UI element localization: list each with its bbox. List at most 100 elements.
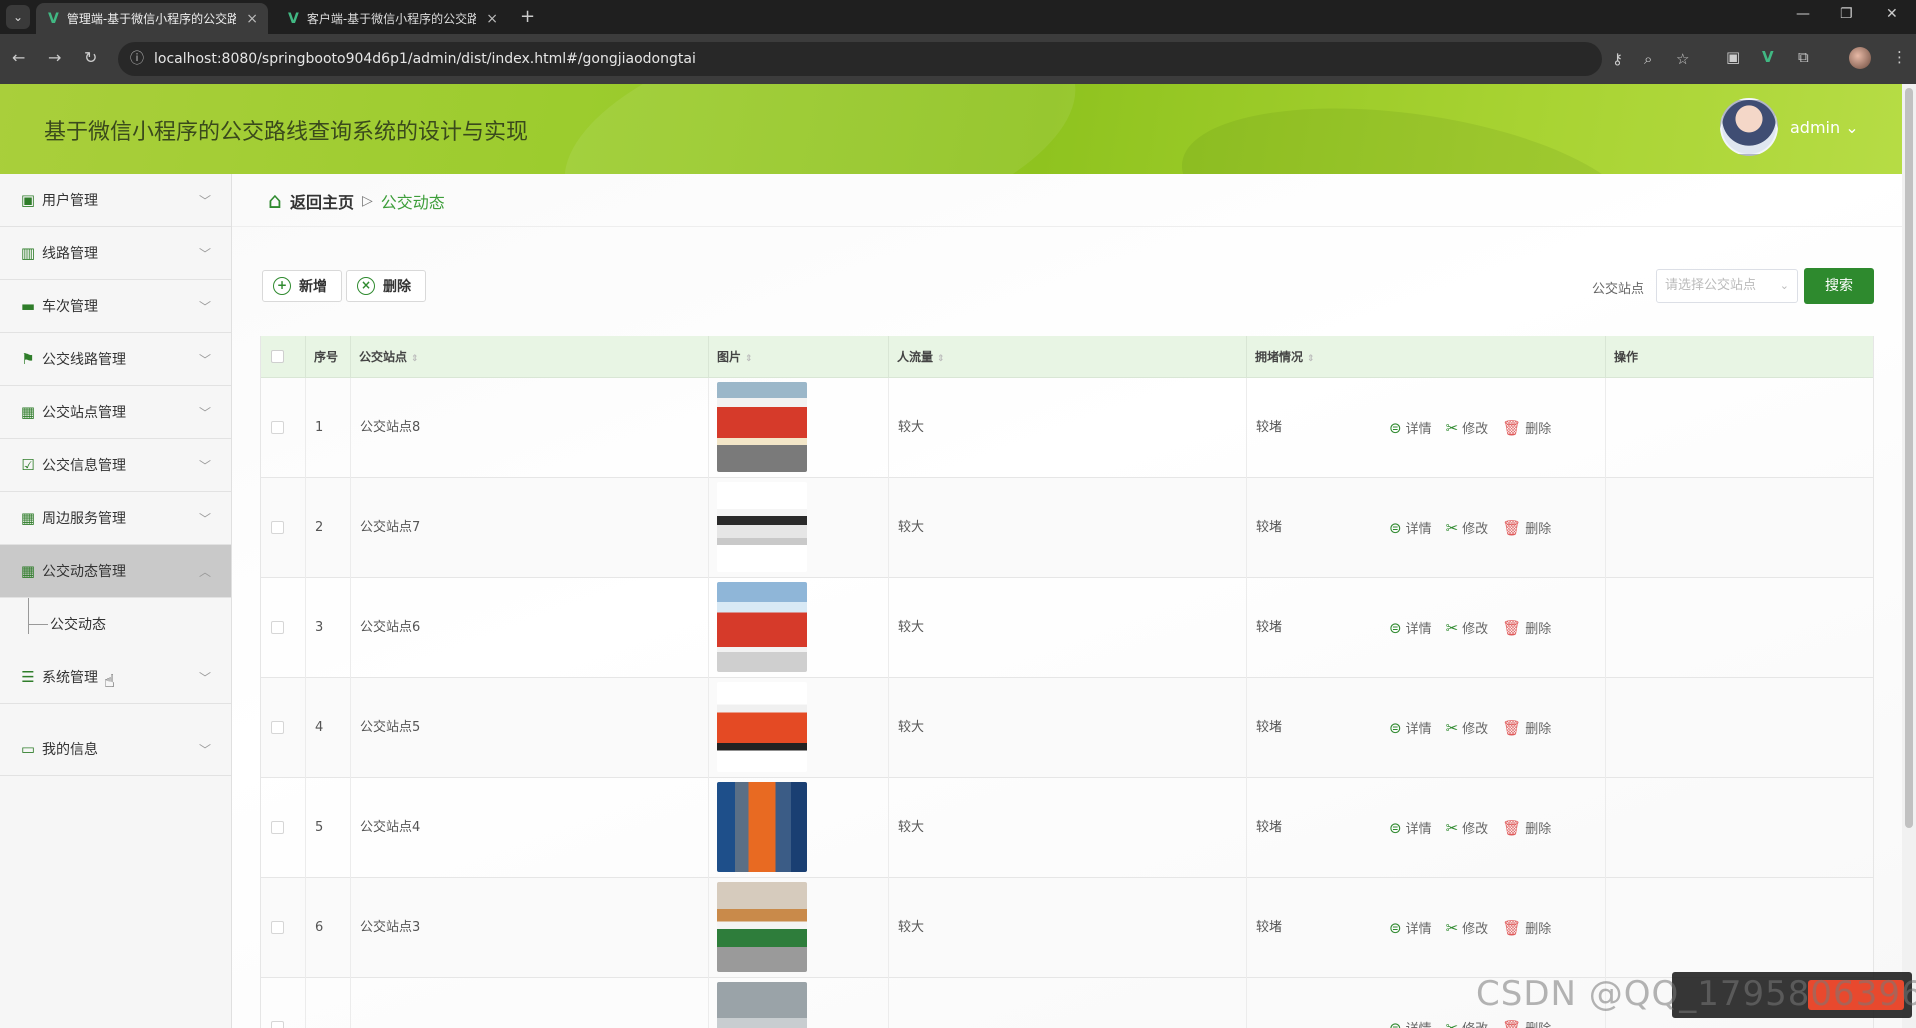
row-checkbox[interactable] bbox=[271, 921, 284, 934]
sidebar-item-route-management[interactable]: ▥ 线路管理 ﹀ bbox=[0, 227, 231, 280]
reload-icon[interactable]: ↻ bbox=[84, 48, 97, 67]
search-button[interactable]: 搜索 bbox=[1804, 268, 1874, 304]
edit-button[interactable]: ✂修改 bbox=[1446, 918, 1489, 938]
sidebar-subitem-bus-dynamics[interactable]: 公交动态 bbox=[0, 598, 231, 650]
header-congestion[interactable]: 拥堵情况 ⇕ bbox=[1247, 336, 1606, 378]
row-checkbox[interactable] bbox=[271, 421, 284, 434]
delete-button[interactable]: 🗑删除 bbox=[1502, 618, 1551, 638]
sort-icon[interactable]: ⇕ bbox=[411, 354, 419, 364]
password-key-icon[interactable]: ⚷ bbox=[1612, 42, 1623, 76]
new-tab-button[interactable]: + bbox=[520, 6, 535, 27]
row-checkbox[interactable] bbox=[271, 1021, 284, 1028]
edit-button[interactable]: ✂修改 bbox=[1446, 518, 1489, 538]
restore-icon[interactable]: ❐ bbox=[1840, 6, 1853, 22]
bookmark-star-icon[interactable]: ☆ bbox=[1676, 42, 1689, 76]
row-actions: ⊜详情 ✂修改 🗑删除 bbox=[1389, 418, 1565, 438]
site-info-icon[interactable]: ⓘ bbox=[130, 42, 144, 76]
bus-photo-thumbnail[interactable] bbox=[717, 982, 807, 1028]
delete-button[interactable]: 🗑删除 bbox=[1502, 418, 1551, 438]
delete-button[interactable]: 🗑删除 bbox=[1502, 818, 1551, 838]
row-checkbox[interactable] bbox=[271, 621, 284, 634]
minimize-icon[interactable]: — bbox=[1796, 6, 1810, 22]
tree-line bbox=[28, 598, 29, 634]
detail-button[interactable]: ⊜详情 bbox=[1389, 818, 1432, 838]
detail-icon: ⊜ bbox=[1389, 618, 1402, 637]
edit-button[interactable]: ✂修改 bbox=[1446, 1018, 1489, 1028]
sort-icon[interactable]: ⇕ bbox=[1307, 354, 1315, 364]
close-window-icon[interactable]: ✕ bbox=[1886, 6, 1898, 22]
edit-button[interactable]: ✂修改 bbox=[1446, 818, 1489, 838]
detail-button[interactable]: ⊜详情 bbox=[1389, 618, 1432, 638]
add-button[interactable]: + 新增 bbox=[262, 270, 342, 302]
sidebar-item-bus-dynamics-management[interactable]: ▦ 公交动态管理 ︿ bbox=[0, 545, 231, 598]
edit-button[interactable]: ✂修改 bbox=[1446, 618, 1489, 638]
batch-delete-button[interactable]: × 删除 bbox=[346, 270, 426, 302]
station-select[interactable]: 请选择公交站点 ⌄ bbox=[1656, 269, 1798, 303]
bus-photo-thumbnail[interactable] bbox=[717, 482, 807, 572]
close-tab-icon[interactable]: × bbox=[486, 11, 498, 27]
delete-button[interactable]: 🗑删除 bbox=[1502, 718, 1551, 738]
detail-button[interactable]: ⊜详情 bbox=[1389, 918, 1432, 938]
user-menu[interactable]: admin ⌄ bbox=[1790, 118, 1859, 137]
sidebar-item-trip-management[interactable]: ▬ 车次管理 ﹀ bbox=[0, 280, 231, 333]
zoom-icon[interactable]: ⌕ bbox=[1644, 42, 1652, 76]
delete-button-label: 删除 bbox=[383, 279, 411, 295]
tab-list-button[interactable]: ⌄ bbox=[6, 5, 30, 29]
detail-button[interactable]: ⊜详情 bbox=[1389, 1018, 1432, 1028]
bus-photo-thumbnail[interactable] bbox=[717, 582, 807, 672]
sidebar-item-station-management[interactable]: ▦ 公交站点管理 ﹀ bbox=[0, 386, 231, 439]
sort-icon[interactable]: ⇕ bbox=[745, 354, 753, 364]
sidebar-subitem-label: 公交动态 bbox=[50, 617, 106, 633]
close-tab-icon[interactable]: × bbox=[246, 11, 258, 27]
sidebar-item-label: 我的信息 bbox=[42, 742, 98, 758]
sidebar-item-system-management[interactable]: ☰ 系统管理 ﹀ bbox=[0, 651, 231, 704]
breadcrumb-home[interactable]: 返回主页 bbox=[290, 189, 354, 213]
detail-button[interactable]: ⊜详情 bbox=[1389, 718, 1432, 738]
vue-devtools-icon[interactable]: V bbox=[1762, 48, 1774, 66]
sidebar-item-nearby-service-management[interactable]: ▦ 周边服务管理 ﹀ bbox=[0, 492, 231, 545]
user-avatar[interactable] bbox=[1720, 98, 1778, 156]
row-checkbox[interactable] bbox=[271, 821, 284, 834]
detail-icon: ⊜ bbox=[1389, 518, 1402, 537]
delete-button[interactable]: 🗑删除 bbox=[1502, 518, 1551, 538]
address-bar[interactable]: ⓘ localhost:8080/springbooto904d6p1/admi… bbox=[118, 42, 1689, 76]
bus-photo-thumbnail[interactable] bbox=[717, 382, 807, 472]
row-checkbox[interactable] bbox=[271, 521, 284, 534]
page-scrollbar-thumb[interactable] bbox=[1905, 88, 1913, 828]
bus-photo-thumbnail[interactable] bbox=[717, 882, 807, 972]
row-index: 5 bbox=[306, 778, 351, 878]
trash-icon: 🗑 bbox=[1502, 718, 1522, 737]
sort-icon[interactable]: ⇕ bbox=[937, 354, 945, 364]
sidebar-item-my-info[interactable]: ▭ 我的信息 ﹀ bbox=[0, 723, 231, 776]
delete-button[interactable]: 🗑删除 bbox=[1502, 918, 1551, 938]
sidebar-item-bus-route-management[interactable]: ⚑ 公交线路管理 ﹀ bbox=[0, 333, 231, 386]
edit-button-label: 修改 bbox=[1462, 1018, 1488, 1028]
header-image[interactable]: 图片 ⇕ bbox=[709, 336, 889, 378]
vue-logo-icon: V bbox=[48, 10, 59, 27]
sidebar-item-bus-info-management[interactable]: ☑ 公交信息管理 ﹀ bbox=[0, 439, 231, 492]
extension-icon[interactable]: ▣ bbox=[1726, 48, 1740, 66]
back-icon[interactable]: ← bbox=[12, 48, 25, 67]
browser-tab-admin[interactable]: V 管理端-基于微信小程序的公交路线查询 × bbox=[36, 3, 268, 34]
detail-button[interactable]: ⊜详情 bbox=[1389, 418, 1432, 438]
tab-title: 管理端-基于微信小程序的公交路线查询 bbox=[66, 12, 237, 26]
edit-button[interactable]: ✂修改 bbox=[1446, 418, 1489, 438]
header-station[interactable]: 公交站点 ⇕ bbox=[351, 336, 709, 378]
profile-avatar[interactable] bbox=[1849, 47, 1871, 69]
bus-photo-thumbnail[interactable] bbox=[717, 782, 807, 872]
sidebar-item-user-management[interactable]: ▣ 用户管理 ﹀ bbox=[0, 174, 231, 227]
delete-button[interactable]: 🗑删除 bbox=[1502, 1018, 1551, 1028]
row-checkbox[interactable] bbox=[271, 721, 284, 734]
select-all-checkbox[interactable] bbox=[271, 350, 284, 363]
bus-photo-thumbnail[interactable] bbox=[717, 682, 807, 772]
detail-button[interactable]: ⊜详情 bbox=[1389, 518, 1432, 538]
browser-menu-icon[interactable]: ⋮ bbox=[1892, 48, 1907, 66]
row-index: 2 bbox=[306, 478, 351, 578]
forward-icon[interactable]: → bbox=[48, 48, 61, 67]
browser-tab-client[interactable]: V 客户端-基于微信小程序的公交路线查询 × bbox=[276, 3, 508, 34]
header-flow[interactable]: 人流量 ⇕ bbox=[889, 336, 1247, 378]
edit-button[interactable]: ✂修改 bbox=[1446, 718, 1489, 738]
home-icon[interactable]: ⌂ bbox=[268, 189, 282, 214]
extensions-puzzle-icon[interactable]: ⧉ bbox=[1798, 48, 1809, 66]
edit-button-label: 修改 bbox=[1462, 722, 1489, 737]
